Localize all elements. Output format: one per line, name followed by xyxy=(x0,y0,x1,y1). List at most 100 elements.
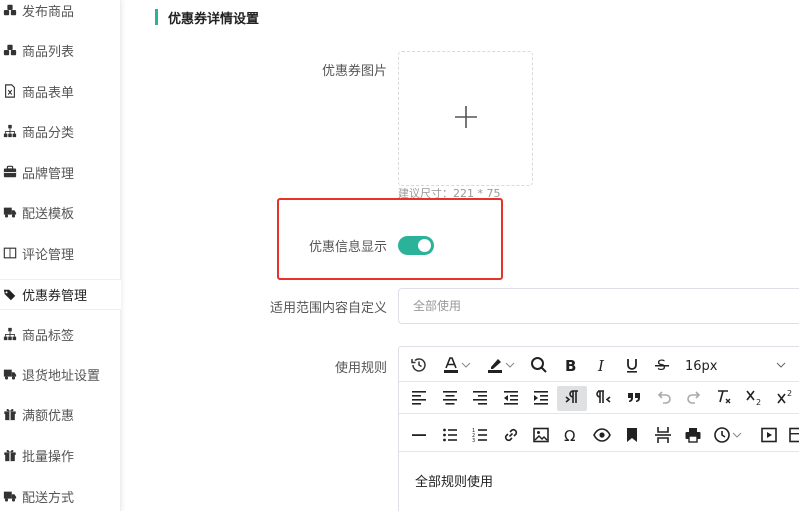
display-info-toggle[interactable] xyxy=(398,236,434,255)
rules-label: 使用规则 xyxy=(334,361,387,376)
ltr-paragraph-icon xyxy=(563,388,581,410)
ltr-direction-button[interactable] xyxy=(557,386,587,411)
chevron-down-icon xyxy=(460,356,472,378)
strikethrough-button[interactable]: S xyxy=(648,354,676,379)
cubes-icon xyxy=(2,43,18,57)
clear-format-button[interactable] xyxy=(710,386,738,411)
truck-icon xyxy=(2,489,18,503)
sitemap-icon xyxy=(2,327,18,341)
italic-icon: I xyxy=(592,356,610,378)
indent-button[interactable] xyxy=(527,386,555,411)
superscript-icon: 2 xyxy=(776,388,794,410)
sidebar-item-full-discount[interactable]: 满额优惠 xyxy=(0,394,121,434)
bullet-list-icon xyxy=(441,426,459,448)
sidebar-item-publish-product[interactable]: 发布商品 xyxy=(0,0,121,30)
sidebar-item-coupon-management[interactable]: 优惠券管理 xyxy=(0,279,121,310)
align-left-icon xyxy=(410,388,428,410)
anchor-button[interactable] xyxy=(618,424,646,449)
sidebar-item-label: 退货地址设置 xyxy=(22,368,101,384)
special-character-button[interactable]: Ω xyxy=(557,424,585,449)
sidebar-item-label: 商品分类 xyxy=(22,125,75,141)
text-color-button[interactable] xyxy=(437,354,477,379)
align-left-button[interactable] xyxy=(405,386,433,411)
spreadsheet-icon xyxy=(2,84,18,98)
sidebar-item-label: 品牌管理 xyxy=(22,166,75,182)
rtl-direction-button[interactable] xyxy=(590,386,618,411)
underline-button[interactable] xyxy=(618,354,646,379)
sidebar-item-product-tags[interactable]: 商品标签 xyxy=(0,314,121,354)
sidebar-item-delivery-template[interactable]: 配送模板 xyxy=(0,192,121,232)
italic-button[interactable]: I xyxy=(587,354,615,379)
numbered-list-icon: 123 xyxy=(471,426,489,448)
undo-icon xyxy=(655,388,673,410)
sidebar-item-label: 评论管理 xyxy=(22,247,75,263)
blockquote-button[interactable] xyxy=(620,386,648,411)
insert-datetime-button[interactable] xyxy=(709,424,747,449)
bookmark-icon xyxy=(623,426,641,448)
link-button[interactable] xyxy=(497,424,525,449)
redo-button[interactable] xyxy=(680,386,708,411)
bold-button[interactable]: B xyxy=(556,354,584,379)
sidebar-item-brand-management[interactable]: 品牌管理 xyxy=(0,152,121,192)
svg-text:B: B xyxy=(565,357,576,374)
scope-label: 适用范围内容自定义 xyxy=(269,301,387,316)
sidebar-item-return-address[interactable]: 退货地址设置 xyxy=(0,354,121,394)
rules-editor: B I S 16px 2 2 1 2 3 Ω 全部规则使用 xyxy=(398,346,799,511)
font-size-select[interactable]: 16px xyxy=(681,354,791,379)
section-accent-bar xyxy=(155,9,158,25)
gift-icon xyxy=(2,407,18,421)
omega-icon: Ω xyxy=(562,426,580,448)
media-button[interactable] xyxy=(755,424,783,449)
sidebar-item-product-form[interactable]: 商品表单 xyxy=(0,71,121,111)
superscript-button[interactable]: 2 xyxy=(771,386,799,411)
subscript-icon: 2 xyxy=(745,388,763,410)
table-button[interactable] xyxy=(783,424,799,449)
bullet-list-button[interactable] xyxy=(436,424,464,449)
coupon-image-upload[interactable] xyxy=(398,51,533,186)
sidebar-item-product-list[interactable]: 商品列表 xyxy=(0,30,121,70)
align-right-icon xyxy=(471,388,489,410)
sidebar-item-delivery-method[interactable]: 配送方式 xyxy=(0,476,121,511)
rtl-paragraph-icon xyxy=(595,388,613,410)
sidebar-item-label: 商品列表 xyxy=(22,44,75,60)
toggle-knob xyxy=(418,239,431,252)
undo-button[interactable] xyxy=(650,386,678,411)
editor-content[interactable]: 全部规则使用 xyxy=(415,471,493,490)
print-button[interactable] xyxy=(679,424,707,449)
sidebar-item-label: 发布商品 xyxy=(22,4,75,20)
align-center-button[interactable] xyxy=(436,386,464,411)
history-button[interactable] xyxy=(405,354,433,379)
section-title: 优惠券详情设置 xyxy=(168,12,260,27)
chevron-down-icon xyxy=(775,359,787,375)
indent-icon xyxy=(532,388,550,410)
font-size-value: 16px xyxy=(685,359,718,374)
sidebar-item-product-category[interactable]: 商品分类 xyxy=(0,111,121,151)
plus-icon xyxy=(452,103,480,135)
page-break-button[interactable] xyxy=(649,424,677,449)
align-right-button[interactable] xyxy=(466,386,494,411)
editor-toolbar-row: B I S 16px xyxy=(399,351,799,382)
sidebar-item-review-management[interactable]: 评论管理 xyxy=(0,233,121,273)
redo-icon xyxy=(685,388,703,410)
sidebar-item-label: 商品标签 xyxy=(22,328,75,344)
cubes-icon xyxy=(2,3,18,17)
history-icon xyxy=(410,356,428,378)
sidebar-item-label: 配送方式 xyxy=(22,490,75,506)
editor-toolbar-row: 123 Ω xyxy=(399,421,799,452)
image-button[interactable] xyxy=(527,424,555,449)
highlight-color-button[interactable] xyxy=(481,354,521,379)
outdent-button[interactable] xyxy=(497,386,525,411)
scope-input[interactable] xyxy=(398,288,799,324)
subscript-button[interactable]: 2 xyxy=(740,386,768,411)
clock-icon xyxy=(713,426,731,448)
svg-text:2: 2 xyxy=(756,398,761,406)
eye-icon xyxy=(593,426,611,448)
search-button[interactable] xyxy=(525,354,553,379)
bold-icon: B xyxy=(561,356,579,378)
table-icon xyxy=(788,426,799,448)
page-break-icon xyxy=(654,426,672,448)
horizontal-rule-button[interactable] xyxy=(405,424,433,449)
numbered-list-button[interactable]: 123 xyxy=(466,424,494,449)
sidebar-item-batch-operation[interactable]: 批量操作 xyxy=(0,435,121,475)
preview-button[interactable] xyxy=(588,424,616,449)
